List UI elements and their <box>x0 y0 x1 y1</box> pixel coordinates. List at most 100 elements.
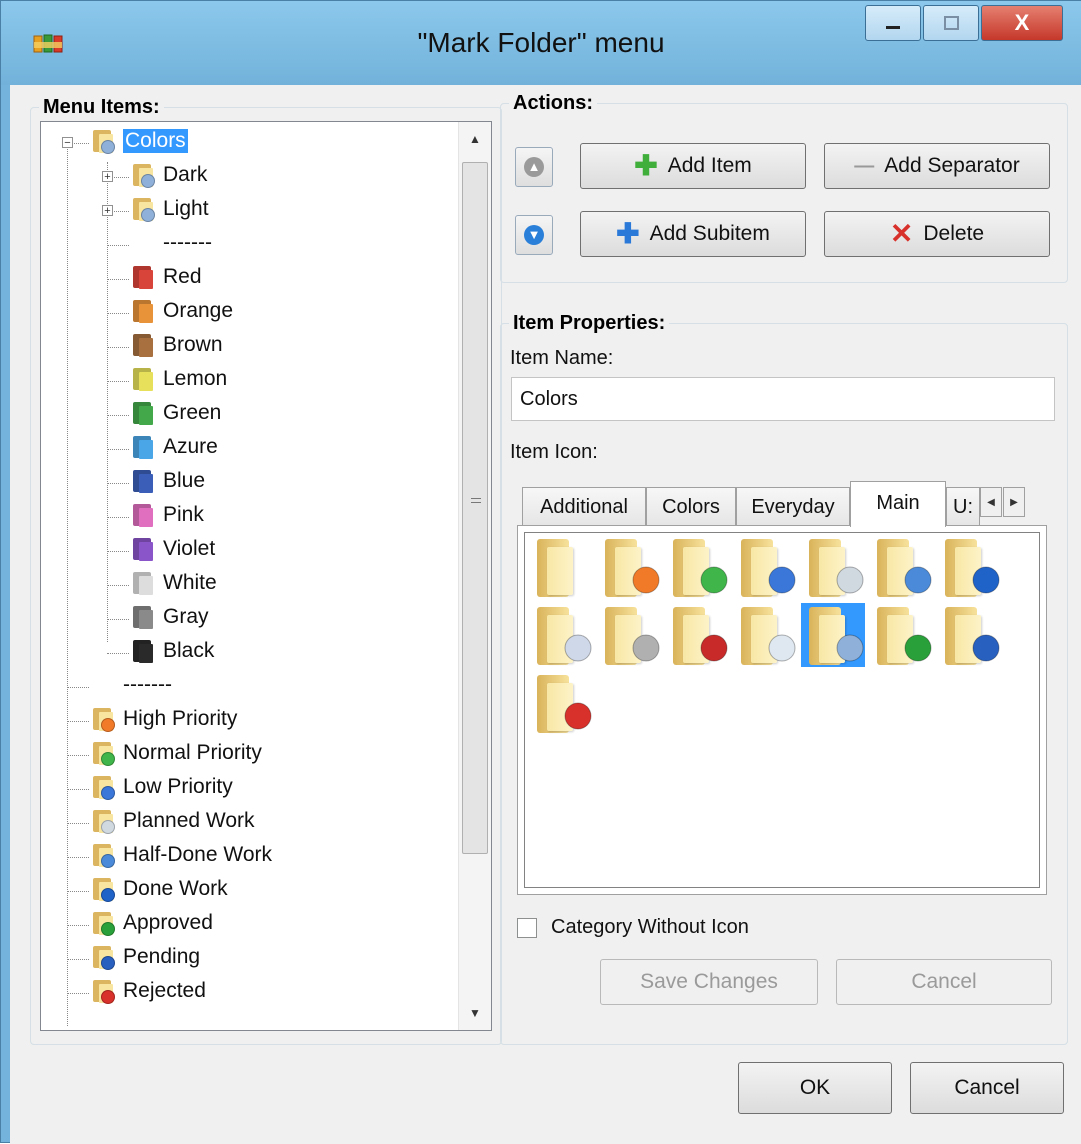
tree-connector <box>67 721 89 722</box>
tree-item[interactable]: Lemon <box>131 364 227 394</box>
folder-clock-icon[interactable] <box>733 603 797 667</box>
tree-item[interactable]: Light <box>131 194 209 224</box>
folder-blue-icon <box>131 468 157 494</box>
folder-planned-icon[interactable] <box>801 535 865 599</box>
tree-item[interactable]: Black <box>131 636 214 666</box>
folder-arrow-up-icon[interactable] <box>597 535 661 599</box>
tree-connector <box>107 313 129 314</box>
collapse-icon[interactable]: − <box>62 137 73 149</box>
tree-item-label: Low Priority <box>123 775 233 798</box>
tree-item[interactable]: Brown <box>131 330 223 360</box>
move-down-button[interactable]: ▼ <box>515 215 553 255</box>
separator-label: ------- <box>163 231 212 254</box>
folder-planned-icon <box>91 808 117 834</box>
tree-item[interactable]: Pink <box>131 500 204 530</box>
item-properties-title: Item Properties: <box>509 312 670 335</box>
tab-u[interactable]: U: <box>946 487 980 525</box>
ok-button[interactable]: OK <box>738 1062 892 1114</box>
tree-item[interactable]: Pending <box>91 942 200 972</box>
close-button[interactable]: X <box>981 5 1063 41</box>
tree-item[interactable]: ------- <box>91 670 172 700</box>
tree-item[interactable]: Orange <box>131 296 233 326</box>
folder-arrows-updown-icon[interactable] <box>665 535 729 599</box>
tree-connector <box>107 381 129 382</box>
menu-items-tree[interactable]: ▲ ▼ − Colors + Dark + Light ------- Red Orange Br… <box>40 121 492 1031</box>
tree-connector <box>67 687 89 688</box>
tree-item-label: Azure <box>163 435 218 458</box>
tab-everyday[interactable]: Everyday <box>736 487 850 525</box>
tree-item[interactable]: Rejected <box>91 976 206 1006</box>
plus-blue-icon: ✚ <box>616 218 640 249</box>
tree-item[interactable]: Low Priority <box>91 772 233 802</box>
add-separator-button[interactable]: — Add Separator <box>824 143 1050 189</box>
tree-connector <box>107 449 129 450</box>
tree-item[interactable]: Half-Done Work <box>91 840 272 870</box>
close-icon: X <box>1014 10 1030 35</box>
add-item-button[interactable]: ✚ Add Item <box>580 143 806 189</box>
properties-cancel-label: Cancel <box>911 970 977 993</box>
folder-colors-icon[interactable] <box>801 603 865 667</box>
tab-colors[interactable]: Colors <box>646 487 736 525</box>
icon-grid <box>524 532 1040 888</box>
scrollbar-thumb[interactable] <box>462 162 488 854</box>
tree-item[interactable]: Planned Work <box>91 806 255 836</box>
tree-scrollbar[interactable]: ▲ ▼ <box>458 122 491 1030</box>
maximize-button[interactable] <box>923 5 979 41</box>
folder-arrow-down-icon[interactable] <box>733 535 797 599</box>
tree-item[interactable]: White <box>131 568 217 598</box>
delete-x-icon: ✕ <box>889 218 914 249</box>
folder-pending-icon[interactable] <box>937 603 1001 667</box>
folder-lock-icon[interactable] <box>597 603 661 667</box>
folder-half-icon[interactable] <box>869 535 933 599</box>
tree-item[interactable]: Red <box>131 262 202 292</box>
minimize-button[interactable] <box>865 5 921 41</box>
expand-icon[interactable]: + <box>102 171 113 183</box>
tree-connector <box>67 789 89 790</box>
folder-warning-icon[interactable] <box>665 603 729 667</box>
tree-item[interactable]: Azure <box>131 432 218 462</box>
category-without-icon-checkbox[interactable] <box>517 918 537 938</box>
tab-scroll-left-icon[interactable]: ◀ <box>980 487 1002 517</box>
folder-done-icon[interactable] <box>937 535 1001 599</box>
properties-cancel-button[interactable]: Cancel <box>836 959 1052 1005</box>
move-up-button[interactable]: ▲ <box>515 147 553 187</box>
tree-item[interactable]: Colors <box>91 126 188 156</box>
tree-item[interactable]: Done Work <box>91 874 228 904</box>
tree-item[interactable]: Violet <box>131 534 215 564</box>
title-bar[interactable]: "Mark Folder" menu X <box>1 1 1081 85</box>
tree-item[interactable]: Gray <box>131 602 209 632</box>
delete-button[interactable]: ✕ Delete <box>824 211 1050 257</box>
tree-item-label: Black <box>163 639 215 662</box>
tree-item-label: Planned Work <box>123 809 255 832</box>
add-subitem-button[interactable]: ✚ Add Subitem <box>580 211 806 257</box>
item-name-input[interactable]: Colors <box>511 377 1055 421</box>
expand-icon[interactable]: + <box>102 205 113 217</box>
folder-arrow-down-icon <box>91 774 117 800</box>
tab-main[interactable]: Main <box>850 481 946 527</box>
tree-connector <box>107 619 129 620</box>
add-item-label: Add Item <box>667 154 752 177</box>
tree-item[interactable]: Approved <box>91 908 213 938</box>
tab-scroll-right-icon[interactable]: ▶ <box>1003 487 1025 517</box>
tree-item[interactable]: High Priority <box>91 704 237 734</box>
scroll-up-icon[interactable]: ▲ <box>459 124 491 154</box>
tree-item[interactable]: Normal Priority <box>91 738 262 768</box>
folder-document-icon[interactable] <box>529 603 593 667</box>
folder-done-icon <box>91 876 117 902</box>
scroll-down-icon[interactable]: ▼ <box>459 998 491 1028</box>
tree-root-line <box>67 142 68 1026</box>
tree-item[interactable]: Dark <box>131 160 207 190</box>
folder-plain-icon[interactable] <box>529 535 593 599</box>
tree-item[interactable]: Green <box>131 398 221 428</box>
save-changes-button[interactable]: Save Changes <box>600 959 818 1005</box>
add-subitem-label: Add Subitem <box>649 222 770 245</box>
folder-approved-icon[interactable] <box>869 603 933 667</box>
tree-item[interactable]: ------- <box>131 228 212 258</box>
maximize-icon <box>944 16 959 30</box>
tab-additional[interactable]: Additional <box>522 487 646 525</box>
tree-item[interactable]: Blue <box>131 466 205 496</box>
folder-rejected-icon <box>91 978 117 1004</box>
folder-rejected-icon[interactable] <box>529 671 593 735</box>
cancel-button[interactable]: Cancel <box>910 1062 1064 1114</box>
tree-connector <box>107 585 129 586</box>
